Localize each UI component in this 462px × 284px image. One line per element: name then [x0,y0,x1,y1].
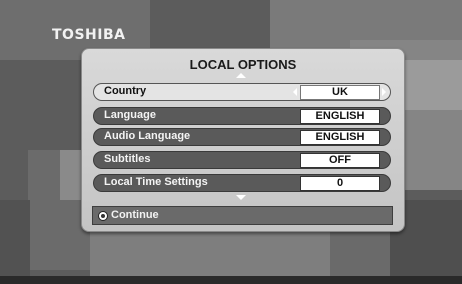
row-value: ENGLISH [300,130,380,145]
triangle-right-icon[interactable] [382,88,386,96]
row-local-time-settings[interactable]: Local Time Settings 0 [93,174,391,192]
row-label: Subtitles [104,153,151,165]
row-country[interactable]: Country UK [93,83,391,101]
toshiba-logo: TOSHIBA [52,27,126,43]
row-label: Audio Language [104,130,191,142]
row-subtitles[interactable]: Subtitles OFF [93,151,391,169]
row-label: Language [104,109,156,121]
triangle-left-icon[interactable] [293,88,297,96]
continue-label: Continue [111,209,159,221]
row-value: OFF [300,153,380,168]
row-value: ENGLISH [300,109,380,124]
row-value: UK [300,85,380,100]
dpad-icon [98,211,108,221]
row-label: Local Time Settings [104,176,208,188]
continue-button[interactable]: Continue [92,206,393,225]
arrow-up-icon [236,73,246,78]
local-options-dialog: LOCAL OPTIONS Country UK Language ENGLIS… [81,48,405,232]
row-label: Country [104,85,147,97]
row-audio-language[interactable]: Audio Language ENGLISH [93,128,391,146]
row-language[interactable]: Language ENGLISH [93,107,391,125]
arrow-down-icon [236,195,246,200]
row-value: 0 [300,176,380,191]
dialog-title: LOCAL OPTIONS [189,57,297,72]
